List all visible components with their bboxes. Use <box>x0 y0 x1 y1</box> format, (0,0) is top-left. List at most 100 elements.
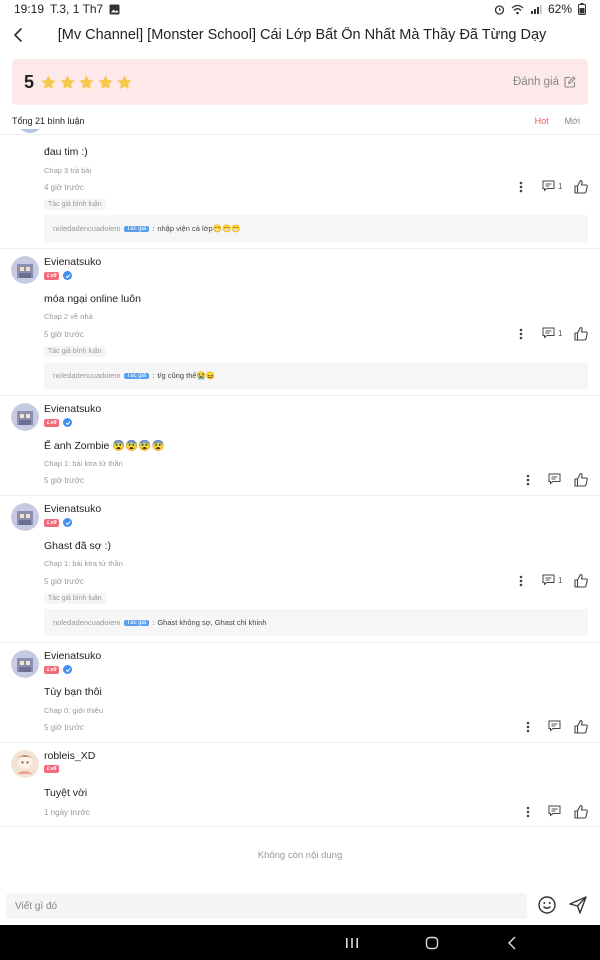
sort-new-tab[interactable]: Mới <box>565 116 580 126</box>
battery-level: 62% <box>547 2 572 16</box>
sort-hot-tab[interactable]: Hot <box>535 116 549 126</box>
top-bar: [Mv Channel] [Monster School] Cái Lớp Bấ… <box>0 18 600 52</box>
author-commented-chip: Tác giả bình luận <box>44 199 106 210</box>
more-button[interactable] <box>515 180 527 194</box>
reply-count: 1 <box>558 181 563 191</box>
reply-button[interactable]: 1 <box>542 574 562 586</box>
comment-chapter: Chap 0: giới thiệu <box>44 706 104 715</box>
author-reply[interactable]: noledadencuadoiem Tác giả : t/g cũng thế… <box>44 362 588 389</box>
comment-chapter: Chap 1: bài ktra tử thần <box>44 559 123 568</box>
more-button[interactable] <box>515 327 527 341</box>
comment-icon <box>542 180 555 192</box>
author-commented-chip: Tác giả bình luận <box>44 346 106 357</box>
level-badge: Lv9 <box>44 665 60 674</box>
comment-text: đau tim :) <box>44 146 88 158</box>
avatar[interactable] <box>11 503 39 531</box>
comment-username[interactable]: Evienatsuko <box>44 650 101 662</box>
comment-icon <box>548 720 561 732</box>
user-badges: Lv9 <box>44 271 73 280</box>
comment-text: Ghast đã sợ :) <box>44 540 111 552</box>
comment-chapter: Chap 1: bài ktra tử thần <box>44 459 123 468</box>
avatar[interactable] <box>11 256 39 284</box>
author-tag: Tác giả <box>123 372 150 379</box>
comment-text: Tuyệt vời <box>44 787 88 799</box>
level-badge: Lv9 <box>44 518 60 527</box>
more-button[interactable] <box>522 720 534 734</box>
signal-icon <box>530 4 542 15</box>
comment-username[interactable]: Evienatsuko <box>44 256 101 268</box>
author-reply[interactable]: noledadencuadoiem Tác giả : Ghast không … <box>44 609 588 636</box>
battery-icon <box>578 3 586 15</box>
reply-button[interactable] <box>548 805 561 817</box>
nav-back-button[interactable] <box>503 934 521 952</box>
comment-username[interactable]: Evienatsuko <box>44 503 101 515</box>
avatar[interactable] <box>11 750 39 778</box>
verified-icon <box>63 418 73 427</box>
recent-apps-button[interactable] <box>343 934 361 952</box>
comment-time: 5 giờ trước <box>44 330 84 339</box>
send-icon[interactable] <box>568 895 588 915</box>
level-badge: Lv6 <box>44 765 60 773</box>
level-badge: Lv9 <box>44 271 60 280</box>
system-nav-bar <box>0 925 600 960</box>
reply-separator: : <box>152 618 155 627</box>
gallery-icon <box>109 4 120 15</box>
rating-score: 5 <box>24 71 35 92</box>
comment-text: Ế anh Zombie 😨😨😨😨 <box>44 440 165 452</box>
user-badges: Lv9 <box>44 518 73 527</box>
comment-icon <box>542 574 555 586</box>
end-of-list: Không còn nội dung <box>257 850 343 861</box>
comment-time: 4 giờ trước <box>44 183 84 192</box>
comment-chapter: Chap 2 về nhà <box>44 312 93 321</box>
reply-separator: : <box>152 224 155 233</box>
reply-button[interactable] <box>548 720 561 732</box>
more-vertical-icon <box>519 575 523 587</box>
reply-text: Ghast không sợ, Ghast chỉ khinh <box>157 618 267 627</box>
avatar[interactable] <box>11 650 39 678</box>
like-icon[interactable] <box>573 719 589 735</box>
avatar[interactable] <box>11 403 39 431</box>
back-button[interactable] <box>2 18 34 52</box>
like-icon[interactable] <box>573 472 589 488</box>
reply-button[interactable]: 1 <box>542 327 562 339</box>
divider <box>0 642 600 643</box>
reply-user: noledadencuadoiem <box>53 618 121 627</box>
more-vertical-icon <box>526 474 530 486</box>
reply-text: nhập viện cả lớp😁😁😁 <box>157 224 241 233</box>
more-vertical-icon <box>519 328 523 340</box>
comment-icon <box>542 327 555 339</box>
comment-username[interactable]: Evienatsuko <box>44 403 101 415</box>
verified-icon <box>63 271 73 280</box>
reply-button[interactable] <box>548 473 561 485</box>
more-button[interactable] <box>515 574 527 588</box>
like-icon[interactable] <box>573 804 589 820</box>
like-icon[interactable] <box>573 326 589 342</box>
reply-user: noledadencuadoiem <box>53 371 121 380</box>
star-icon <box>60 74 75 89</box>
emoji-icon[interactable] <box>537 895 557 915</box>
comment-time: 5 giờ trước <box>44 577 84 586</box>
user-badges: Lv9 <box>44 665 73 674</box>
sort-tabs: Hot Mới <box>535 116 588 126</box>
comment-text: Tùy bạn thôi <box>44 686 102 698</box>
comment-time: 5 giờ trước <box>44 476 84 485</box>
home-button[interactable] <box>423 934 441 952</box>
like-icon[interactable] <box>573 573 589 589</box>
comment-input[interactable] <box>15 900 527 912</box>
more-button[interactable] <box>522 473 534 487</box>
level-badge: Lv9 <box>44 418 60 427</box>
author-reply[interactable]: noledadencuadoiem Tác giả : nhập viện cả… <box>44 215 588 242</box>
user-badges: Lv6 <box>44 765 60 773</box>
status-bar: 19:19 T.3, 1 Th7 62% <box>0 0 600 18</box>
like-icon[interactable] <box>573 179 589 195</box>
nav-back-icon <box>507 936 516 950</box>
more-button[interactable] <box>522 805 534 819</box>
author-tag: Tác giả <box>123 225 150 232</box>
reply-button[interactable]: 1 <box>542 180 562 192</box>
edit-icon <box>564 76 576 88</box>
more-vertical-icon <box>526 721 530 733</box>
comment-username[interactable]: robleis_XD <box>44 750 95 762</box>
comment-chapter: Chap 3 trả bài <box>44 166 92 175</box>
divider <box>0 395 600 396</box>
rate-button[interactable]: Đánh giá <box>513 76 576 88</box>
